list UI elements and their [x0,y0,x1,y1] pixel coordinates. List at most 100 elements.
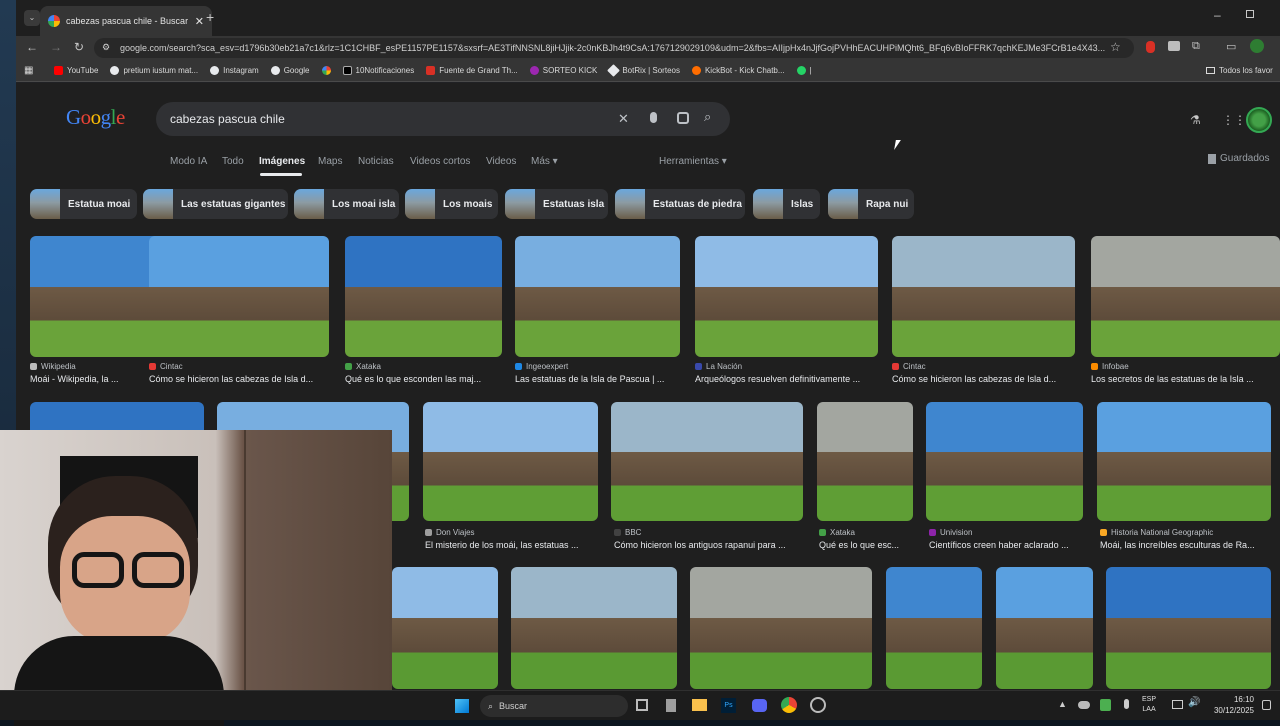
bookmark-all-favorites[interactable]: Todos los favor [1206,66,1273,75]
bookmark-kickbot[interactable]: KickBot - Kick Chatb... [691,66,785,75]
clear-icon[interactable]: ✕ [618,111,629,127]
image-result-caption[interactable]: Cómo hicieron los antiguos rapanui para … [614,540,803,550]
bookmark-whatsapp[interactable]: | [796,66,812,75]
image-result-source[interactable]: Univision [929,528,1084,537]
apps-grid-icon[interactable]: ▦ [24,65,33,76]
bookmark-youtube[interactable]: YouTube [54,66,98,75]
image-result-caption[interactable]: Moái, las increíbles esculturas de Ra... [1100,540,1272,550]
bookmark-sorteo-kick[interactable]: SORTEO KICK [529,66,597,75]
bookmark-10notificaciones[interactable]: 10Notificaciones [342,66,414,75]
account-avatar[interactable] [1246,107,1272,133]
new-tab-icon[interactable]: + [206,9,214,25]
image-result-thumbnail[interactable] [515,236,680,357]
close-tab-icon[interactable]: ✕ [195,15,204,28]
site-info-icon[interactable]: ⚙ [102,42,110,53]
extension-red-icon[interactable] [1146,41,1155,53]
bookmark-pretium[interactable]: pretium iustum mat... [110,66,198,75]
chip-estatuas-gigantes[interactable]: Las estatuas gigantes [143,189,288,219]
tab-imagenes[interactable]: Imágenes [259,156,305,167]
google-logo[interactable]: Google [66,105,125,130]
image-result-thumbnail[interactable] [886,567,982,689]
microphone-icon[interactable] [650,112,657,123]
image-result-caption[interactable]: Qué es lo que esc... [819,540,924,550]
image-result-source[interactable]: Don Viajes [425,528,600,537]
image-result-caption[interactable]: Las estatuas de la Isla de Pascua | ... [515,374,680,384]
bookmark-botrix[interactable]: BotRix | Sorteos [607,64,680,77]
extension-icon[interactable] [1168,41,1180,51]
search-input[interactable]: cabezas pascua chile [170,112,285,126]
tray-mic-icon[interactable] [1124,699,1129,709]
windows-start-icon[interactable] [455,699,469,713]
image-result-caption[interactable]: Qué es lo que esconden las maj... [345,374,502,384]
image-result-thumbnail[interactable] [511,567,677,689]
image-result-thumbnail[interactable] [611,402,803,521]
image-result-caption[interactable]: Arqueólogos resuelven definitivamente ..… [695,374,878,384]
chrome-icon[interactable] [781,697,797,713]
tools-button[interactable]: Herramientas ▾ [659,156,727,167]
extensions-puzzle-icon[interactable]: ⧉ [1192,40,1200,53]
tab-noticias[interactable]: Noticias [358,156,394,167]
search-box[interactable]: cabezas pascua chile ✕ ⌕ [156,102,730,136]
address-bar[interactable]: ⚙ google.com/search?sca_esv=d1796b30eb21… [94,38,1134,58]
bookmark-pinwheel[interactable] [321,66,331,75]
tray-shield-icon[interactable] [1100,699,1111,711]
photoshop-icon[interactable]: Ps [721,698,736,713]
language-indicator[interactable]: ESP LAA [1142,695,1156,715]
lens-icon[interactable] [677,112,689,124]
image-result-source[interactable]: Historia National Geographic [1100,528,1272,537]
image-result-source[interactable]: La Nación [695,362,878,371]
image-result-source[interactable]: Cintac [892,362,1075,371]
image-result-source[interactable]: Xataka [819,528,924,537]
discord-icon[interactable] [752,699,767,712]
apps-icon[interactable]: ⋮⋮ [1222,113,1246,127]
network-icon[interactable] [1172,700,1183,709]
app-red-badge-icon[interactable] [810,697,826,713]
chip-moai-isla[interactable]: Los moai isla [294,189,399,219]
image-result-thumbnail[interactable] [1091,236,1280,357]
bookmark-fuente-gta[interactable]: Fuente de Grand Th... [426,66,518,75]
search-icon[interactable]: ⌕ [704,109,711,125]
reload-icon[interactable]: ↻ [74,40,84,54]
image-result-caption[interactable]: Cómo se hicieron las cabezas de Isla d..… [149,374,329,384]
saved-button[interactable]: Guardados [1208,153,1269,164]
tab-maps[interactable]: Maps [318,156,342,167]
image-result-thumbnail[interactable] [423,402,598,521]
image-result-thumbnail[interactable] [1106,567,1271,689]
image-result-thumbnail[interactable] [996,567,1093,689]
file-explorer-icon[interactable] [692,699,707,711]
chip-los-moais[interactable]: Los moais [405,189,498,219]
image-result-thumbnail[interactable] [1097,402,1271,521]
bookmark-google[interactable]: Google [270,66,310,75]
image-result-thumbnail[interactable] [149,236,329,357]
image-result-source[interactable]: Xataka [345,362,502,371]
image-result-thumbnail[interactable] [690,567,872,689]
image-result-thumbnail[interactable] [892,236,1075,357]
profile-avatar-icon[interactable] [1250,39,1264,53]
image-result-source[interactable]: Ingeoexpert [515,362,680,371]
task-view-icon[interactable] [636,699,648,711]
bookmark-instagram[interactable]: Instagram [210,66,259,75]
image-result-source[interactable]: Cintac [149,362,329,371]
taskbar-search[interactable]: ⌕ Buscar [480,695,628,717]
tray-cloud-icon[interactable] [1078,701,1090,709]
chip-islas[interactable]: Islas [753,189,820,219]
tab-list-icon[interactable]: ⌄ [24,10,40,26]
labs-flask-icon[interactable]: ⚗ [1190,113,1201,127]
forward-icon[interactable]: → [50,40,62,54]
chip-estatuas-piedra[interactable]: Estatuas de piedra [615,189,745,219]
image-result-caption[interactable]: Los secretos de las estatuas de la Isla … [1091,374,1280,384]
tab-mas[interactable]: Más ▾ [531,156,558,167]
image-result-thumbnail[interactable] [392,567,498,689]
volume-icon[interactable]: 🔊 [1188,697,1200,708]
tray-chevron-icon[interactable]: ▲ [1058,699,1067,709]
tab-todo[interactable]: Todo [222,156,244,167]
bookmark-star-icon[interactable]: ☆ [1110,40,1121,54]
image-result-source[interactable]: BBC [614,528,803,537]
tab-videos[interactable]: Videos [486,156,516,167]
chip-rapa-nui[interactable]: Rapa nui [828,189,914,219]
image-result-thumbnail[interactable] [817,402,913,521]
image-result-caption[interactable]: Cómo se hicieron las cabezas de Isla d..… [892,374,1075,384]
clock[interactable]: 16:10 30/12/2025 [1208,694,1254,716]
image-result-caption[interactable]: El misterio de los moái, las estatuas ..… [425,540,600,550]
tab-videos-cortos[interactable]: Videos cortos [410,156,470,167]
